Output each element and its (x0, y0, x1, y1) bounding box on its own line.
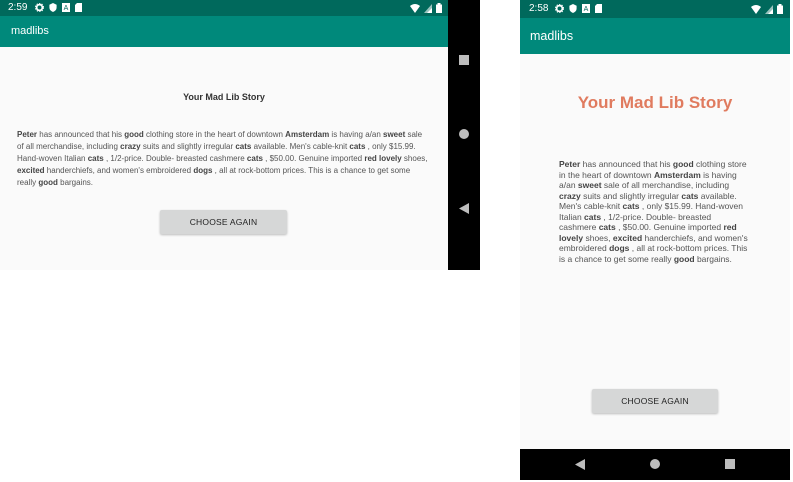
app-bar: madlibs (0, 16, 448, 47)
landscape-phone-screen: 2:59 A madlibs Your Mad Lib Story Peter … (0, 0, 480, 270)
story-content: Your Mad Lib Story Peter has announced t… (520, 54, 790, 449)
battery-icon (777, 4, 783, 14)
story-word: dogs (193, 166, 213, 175)
back-icon[interactable] (459, 203, 469, 214)
story-word: good (38, 178, 58, 187)
gear-icon (555, 4, 564, 13)
story-word: Peter (559, 159, 581, 169)
svg-text:A: A (584, 6, 589, 13)
cellular-icon (765, 4, 773, 14)
notification-icon: A (62, 3, 70, 12)
story-word: good (124, 130, 144, 139)
recents-icon[interactable] (459, 55, 469, 65)
shield-icon (569, 4, 577, 13)
story-text: Peter has announced that his good clothi… (17, 130, 428, 187)
story-word: cats (584, 211, 602, 222)
story-word: cats (681, 190, 699, 201)
story-word: cats (349, 142, 366, 151)
navigation-bar (448, 0, 480, 270)
sd-card-icon (595, 4, 602, 13)
status-bar: 2:58 A (520, 0, 790, 18)
story-word: Amsterdam (285, 130, 330, 139)
shield-icon (49, 3, 57, 12)
choose-again-button[interactable]: CHOOSE AGAIN (592, 389, 718, 413)
choose-again-button[interactable]: CHOOSE AGAIN (160, 210, 287, 234)
story-word: good (673, 253, 695, 264)
story-word: crazy (559, 190, 581, 201)
notification-icon: A (582, 4, 590, 13)
story-word: cats (622, 201, 640, 211)
wifi-icon (410, 3, 420, 13)
navigation-bar (520, 449, 790, 480)
battery-icon (436, 3, 442, 13)
app-bar: madlibs (520, 18, 790, 54)
sd-card-icon (75, 3, 82, 12)
story-text: Peter has announced that his good clothi… (559, 159, 748, 264)
cellular-icon (424, 3, 432, 13)
portrait-phone-screen: 2:58 A madlibs Your Mad Lib Story Peter … (520, 0, 790, 480)
story-word: cats (235, 142, 252, 151)
home-icon[interactable] (650, 459, 660, 469)
story-word: excited (17, 166, 45, 175)
story-content: Your Mad Lib Story Peter has announced t… (0, 47, 448, 270)
story-title: Your Mad Lib Story (577, 93, 733, 112)
story-word: crazy (120, 142, 141, 151)
status-time: 2:59 (8, 2, 28, 13)
home-icon[interactable] (459, 129, 469, 139)
story-word: cats (598, 222, 616, 232)
story-word: red lovely (364, 154, 402, 163)
recents-icon[interactable] (725, 459, 735, 469)
app-title: madlibs (11, 25, 49, 37)
svg-text:A: A (64, 5, 69, 12)
story-title: Your Mad Lib Story (183, 92, 265, 102)
story-word: cats (246, 154, 263, 163)
gear-icon (35, 3, 44, 12)
story-word: cats (87, 154, 104, 163)
story-word: excited (612, 232, 643, 243)
story-word: Amsterdam (653, 169, 701, 180)
story-word: good (672, 159, 694, 169)
wifi-icon (751, 4, 761, 14)
back-icon[interactable] (575, 459, 585, 470)
story-word: Peter (17, 130, 38, 139)
status-time: 2:58 (529, 3, 549, 14)
story-word: sweet (383, 130, 406, 139)
story-word: sweet (577, 180, 602, 190)
status-bar: 2:59 A (0, 0, 448, 16)
story-word: dogs (609, 243, 630, 253)
app-title: madlibs (530, 29, 574, 43)
